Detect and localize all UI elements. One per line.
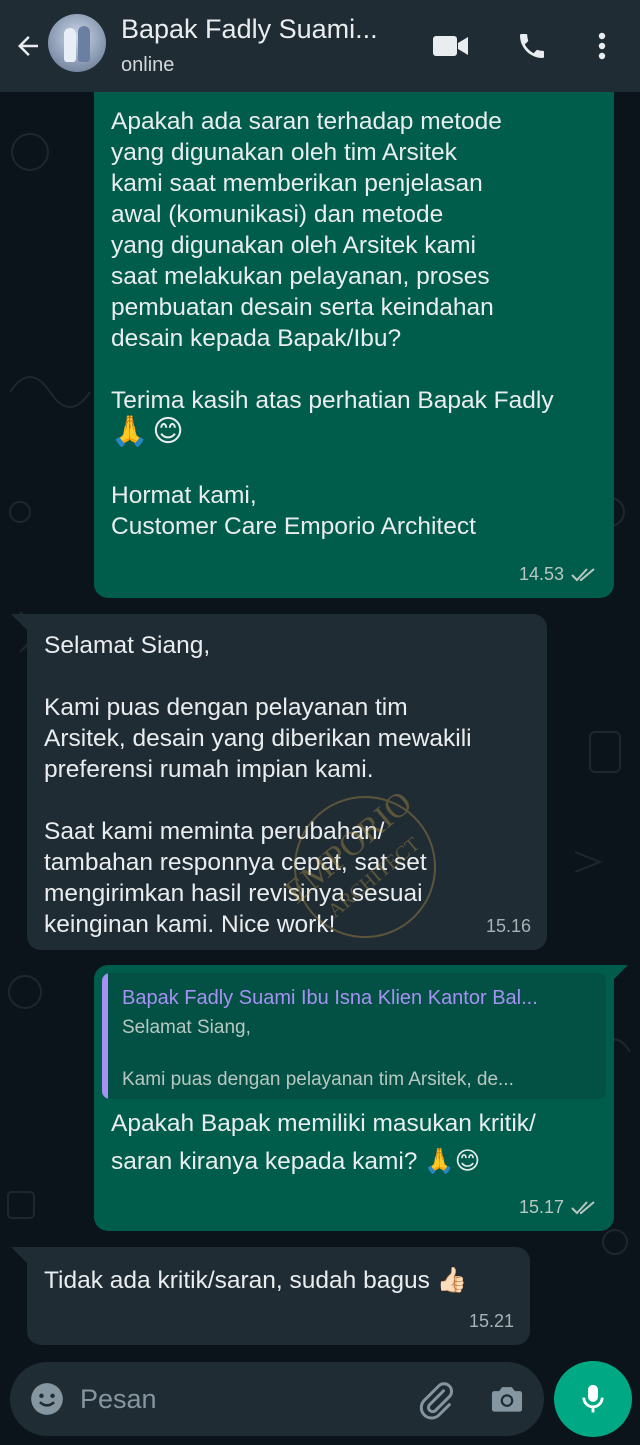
message-time: 15.16 xyxy=(485,916,531,936)
message-input[interactable] xyxy=(80,1378,400,1420)
message-bubble-outgoing[interactable]: Apakah ada saran terhadap metode yang di… xyxy=(94,92,614,598)
quoted-sender: Bapak Fadly Suami Ibu Isna Klien Kantor … xyxy=(122,987,538,1009)
message-text: Selamat Siang, Kami puas dengan pelayana… xyxy=(44,632,472,938)
emoji-icon[interactable] xyxy=(28,1380,66,1418)
message-time: 15.17 xyxy=(518,1197,564,1217)
phone-call-icon[interactable] xyxy=(514,28,550,64)
bubble-tail xyxy=(11,1247,27,1263)
bubble-tail xyxy=(612,965,628,981)
read-ticks-icon xyxy=(571,1200,595,1214)
more-options-icon[interactable] xyxy=(584,28,620,64)
emoji: 🙏😊 xyxy=(111,415,188,448)
message-meta: 15.16 xyxy=(486,911,531,942)
bubble-tail xyxy=(11,614,27,630)
message-text: Apakah ada saran terhadap metode yang di… xyxy=(111,108,554,540)
message-time: 14.53 xyxy=(518,564,564,584)
message-time: 15.21 xyxy=(468,1311,514,1331)
message-input-box[interactable] xyxy=(10,1362,544,1436)
message-bubble-incoming[interactable]: Tidak ada kritik/saran, sudah bagus 👍🏻 1… xyxy=(27,1247,530,1345)
camera-icon[interactable] xyxy=(488,1380,528,1420)
quoted-message[interactable]: Bapak Fadly Suami Ibu Isna Klien Kantor … xyxy=(102,973,606,1099)
message-text: Apakah Bapak memiliki masukan kritik/ sa… xyxy=(111,1110,536,1175)
signature: Hormat kami, Customer Care Emporio Archi… xyxy=(111,482,476,540)
contact-name[interactable]: Bapak Fadly Suami... xyxy=(121,14,378,45)
composer-bar xyxy=(0,1360,640,1445)
quote-bar xyxy=(102,973,108,1099)
attachment-icon[interactable] xyxy=(416,1380,456,1420)
back-arrow-icon[interactable] xyxy=(10,28,46,64)
microphone-icon xyxy=(582,1384,604,1413)
chat-area[interactable]: Apakah ada saran terhadap metode yang di… xyxy=(0,92,640,1360)
message-bubble-incoming[interactable]: Selamat Siang, Kami puas dengan pelayana… xyxy=(27,614,547,950)
chat-header: Bapak Fadly Suami... online xyxy=(0,0,640,92)
read-ticks-icon xyxy=(571,567,595,581)
video-call-icon[interactable] xyxy=(433,28,469,64)
contact-status: online xyxy=(121,54,175,76)
message-meta: 15.17 xyxy=(519,1192,598,1223)
message-bubble-outgoing[interactable]: Bapak Fadly Suami Ibu Isna Klien Kantor … xyxy=(94,965,614,1231)
avatar[interactable] xyxy=(48,14,106,72)
microphone-button[interactable] xyxy=(554,1361,632,1437)
message-meta: 14.53 xyxy=(519,559,598,590)
quoted-text: Selamat Siang, Kami puas dengan pelayana… xyxy=(122,1017,514,1090)
message-text: Tidak ada kritik/saran, sudah bagus 👍🏻 xyxy=(44,1267,468,1294)
message-meta: 15.21 xyxy=(469,1306,514,1337)
